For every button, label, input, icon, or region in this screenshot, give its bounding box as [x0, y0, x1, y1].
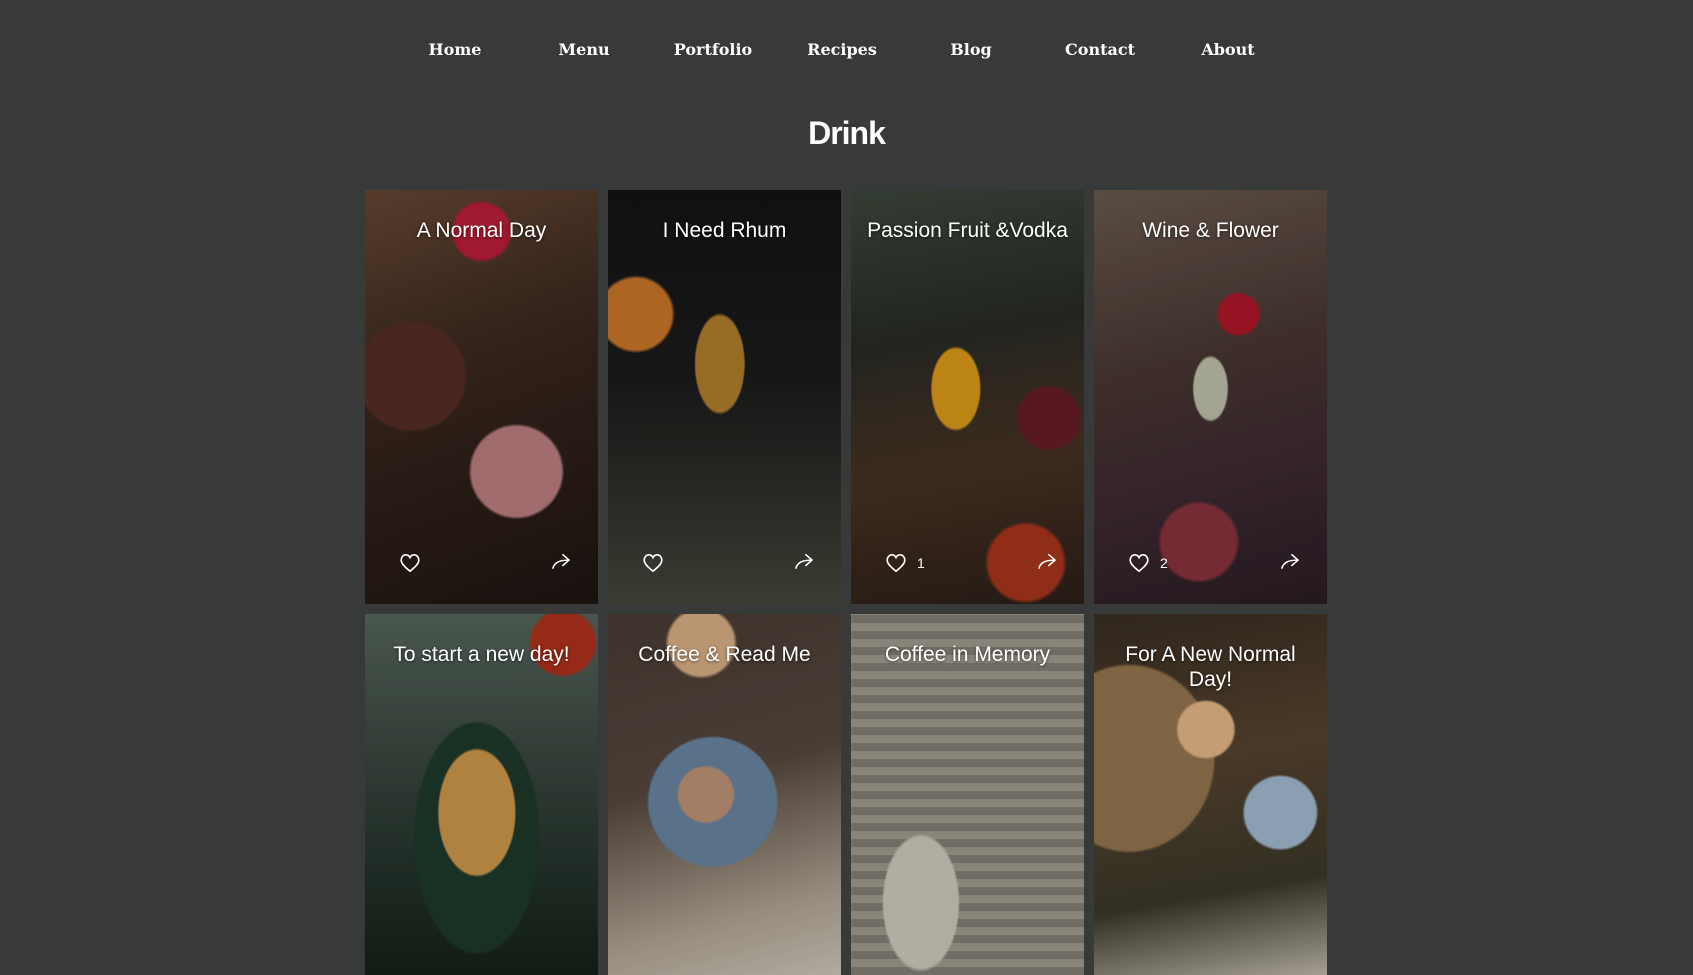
like-button[interactable]: [642, 552, 674, 574]
heart-icon: [400, 554, 420, 573]
heart-icon: [1129, 554, 1149, 573]
nav-item-recipes[interactable]: Recipes: [777, 30, 907, 70]
post-title: For A New Normal Day!: [1125, 643, 1296, 691]
share-button[interactable]: [550, 552, 572, 570]
post-card-coffee-read-me[interactable]: Coffee & Read Me: [608, 614, 841, 975]
share-button[interactable]: [1279, 552, 1301, 570]
post-card-passion-fruit-vodka[interactable]: Passion Fruit &Vodka 1: [851, 190, 1084, 604]
share-arrow-icon: [795, 553, 813, 569]
nav-item-about[interactable]: About: [1163, 30, 1293, 70]
share-arrow-icon: [1281, 553, 1299, 569]
share-button[interactable]: [793, 552, 815, 570]
share-button[interactable]: [1036, 552, 1058, 570]
like-count: 1: [917, 555, 925, 571]
post-card-a-normal-day[interactable]: A Normal Day: [365, 190, 598, 604]
nav-item-menu[interactable]: Menu: [519, 30, 649, 70]
main-navigation: Home Menu Portfolio Recipes Blog Contact…: [390, 30, 1290, 70]
page-title: Drink: [808, 115, 886, 151]
nav-item-home[interactable]: Home: [390, 30, 520, 70]
like-button[interactable]: 1: [885, 552, 925, 574]
post-title: Passion Fruit &Vodka: [867, 219, 1068, 242]
post-title: A Normal Day: [416, 219, 547, 242]
post-title: Coffee in Memory: [884, 643, 1051, 666]
post-title: Coffee & Read Me: [638, 643, 811, 666]
share-arrow-icon: [1038, 553, 1056, 569]
like-button[interactable]: 2: [1128, 552, 1168, 574]
heart-icon: [886, 554, 906, 573]
like-button[interactable]: [399, 552, 431, 574]
post-card-wine-flower[interactable]: Wine & Flower 2: [1094, 190, 1327, 604]
nav-item-blog[interactable]: Blog: [906, 30, 1036, 70]
like-count: 2: [1160, 555, 1168, 571]
nav-item-contact[interactable]: Contact: [1035, 30, 1165, 70]
share-arrow-icon: [552, 553, 570, 569]
post-title: To start a new day!: [393, 643, 570, 666]
post-title: Wine & Flower: [1142, 219, 1279, 242]
heart-icon: [643, 554, 663, 573]
post-card-for-a-new-normal-day[interactable]: For A New Normal Day!: [1094, 614, 1327, 975]
post-card-to-start-a-new-day[interactable]: To start a new day!: [365, 614, 598, 975]
post-card-coffee-in-memory[interactable]: Coffee in Memory: [851, 614, 1084, 975]
nav-item-portfolio[interactable]: Portfolio: [648, 30, 778, 70]
post-card-i-need-rhum[interactable]: I Need Rhum: [608, 190, 841, 604]
post-title: I Need Rhum: [662, 219, 787, 242]
